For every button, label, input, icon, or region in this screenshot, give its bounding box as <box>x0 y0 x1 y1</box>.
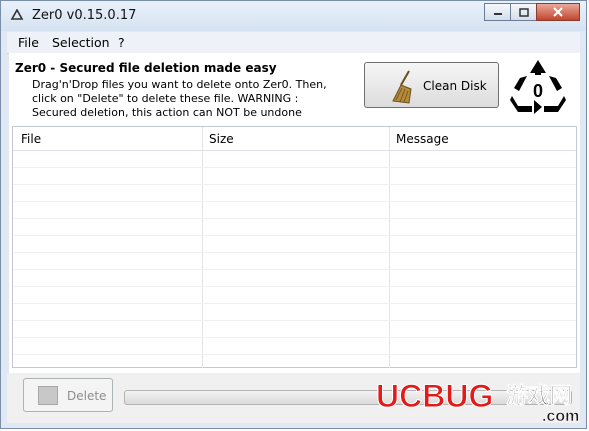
row-line <box>13 337 576 338</box>
menu-selection[interactable]: Selection <box>52 35 110 50</box>
row-line <box>13 320 576 321</box>
recycle-logo-icon: 0 <box>510 60 566 114</box>
maximize-icon <box>518 7 529 17</box>
window-title: Zer0 v0.15.0.17 <box>32 8 137 23</box>
row-line <box>13 252 576 253</box>
column-message[interactable]: Message <box>396 132 449 146</box>
delete-button[interactable]: Delete <box>23 378 113 412</box>
column-size[interactable]: Size <box>209 132 234 146</box>
clean-disk-label: Clean Disk <box>423 79 487 93</box>
file-list-header: File Size Message <box>13 127 576 151</box>
maximize-button[interactable] <box>510 3 536 21</box>
recycle-icon <box>10 9 24 20</box>
watermark-domain: .com <box>542 408 579 423</box>
clean-disk-button[interactable]: Clean Disk <box>364 62 499 108</box>
row-line <box>13 167 576 168</box>
column-divider <box>202 150 203 368</box>
row-line <box>13 354 576 355</box>
app-description: Drag'n'Drop files you want to delete ont… <box>32 78 327 119</box>
broom-icon <box>392 70 412 104</box>
shredder-icon <box>38 386 58 405</box>
watermark-cn: 游戏网 <box>506 383 572 409</box>
menu-help[interactable]: ? <box>118 35 125 50</box>
minimize-icon <box>493 13 502 15</box>
app-heading: Zer0 - Secured file deletion made easy <box>15 61 277 75</box>
column-file[interactable]: File <box>21 132 41 146</box>
close-button[interactable] <box>536 3 580 21</box>
file-list[interactable]: File Size Message <box>12 126 577 368</box>
app-window: Zer0 v0.15.0.17 File Selection ? Zer0 - … <box>0 0 587 429</box>
row-line <box>13 201 576 202</box>
column-divider[interactable] <box>202 127 203 150</box>
minimize-button[interactable] <box>484 3 510 21</box>
row-line <box>13 235 576 236</box>
recycle-number: 0 <box>533 81 543 101</box>
column-divider[interactable] <box>389 127 390 150</box>
close-icon <box>553 7 563 17</box>
delete-label: Delete <box>67 389 107 403</box>
row-line <box>13 286 576 287</box>
column-divider <box>389 150 390 368</box>
row-line <box>13 303 576 304</box>
watermark-logo: UCBUG 游戏网 .com <box>376 378 580 424</box>
menu-bar: File Selection ? <box>7 32 580 54</box>
row-line <box>13 218 576 219</box>
row-line <box>13 184 576 185</box>
watermark-brand: UCBUG <box>376 378 493 414</box>
row-line <box>13 269 576 270</box>
menu-file[interactable]: File <box>18 35 39 50</box>
title-bar[interactable]: Zer0 v0.15.0.17 <box>1 1 586 31</box>
